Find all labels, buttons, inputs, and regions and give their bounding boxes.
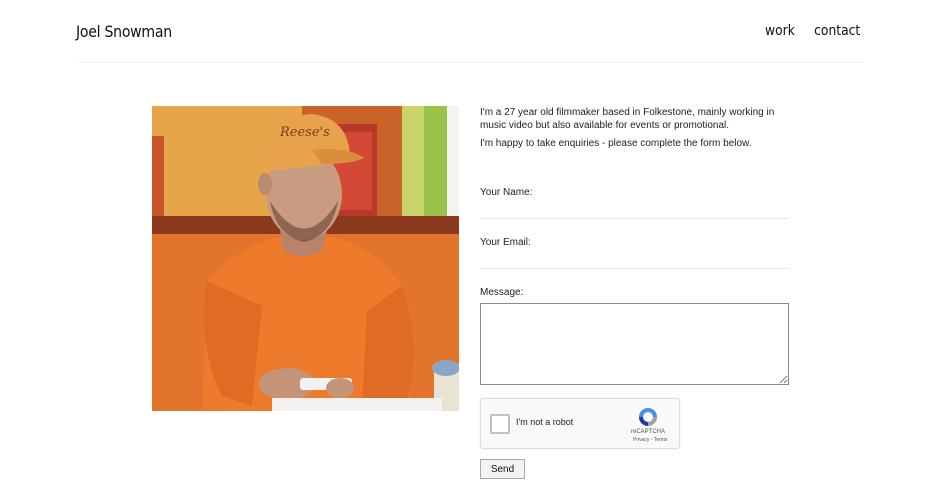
message-label: Message: <box>480 287 524 298</box>
main-nav: work contact <box>763 23 863 39</box>
nav-contact-link[interactable]: contact <box>814 23 860 39</box>
name-label: Your Name: <box>480 187 533 198</box>
send-button[interactable]: Send <box>480 459 525 479</box>
profile-photo: Reese's <box>152 106 459 411</box>
message-textarea[interactable] <box>480 303 789 385</box>
nav-work-link[interactable]: work <box>765 23 795 39</box>
recaptcha-widget: I'm not a robot reCAPTCHA Privacy - Term… <box>480 398 680 449</box>
header-divider <box>78 62 863 63</box>
intro-text: I'm a 27 year old filmmaker based in Fol… <box>480 107 775 131</box>
email-input[interactable] <box>480 252 789 269</box>
enquiry-text: I'm happy to take enquiries - please com… <box>480 138 752 149</box>
site-title[interactable]: Joel Snowman <box>76 22 172 41</box>
recaptcha-label: I'm not a robot <box>516 417 574 427</box>
profile-photo-illustration: Reese's <box>152 106 459 411</box>
name-input[interactable] <box>480 202 789 219</box>
email-label: Your Email: <box>480 237 531 248</box>
contact-section: I'm a 27 year old filmmaker based in Fol… <box>480 106 790 479</box>
recaptcha-checkbox[interactable] <box>490 414 510 434</box>
recaptcha-brand: reCAPTCHA <box>631 429 666 435</box>
recaptcha-links[interactable]: Privacy - Terms <box>633 437 667 443</box>
recaptcha-icon <box>639 408 657 426</box>
cap-text: Reese's <box>279 125 330 140</box>
